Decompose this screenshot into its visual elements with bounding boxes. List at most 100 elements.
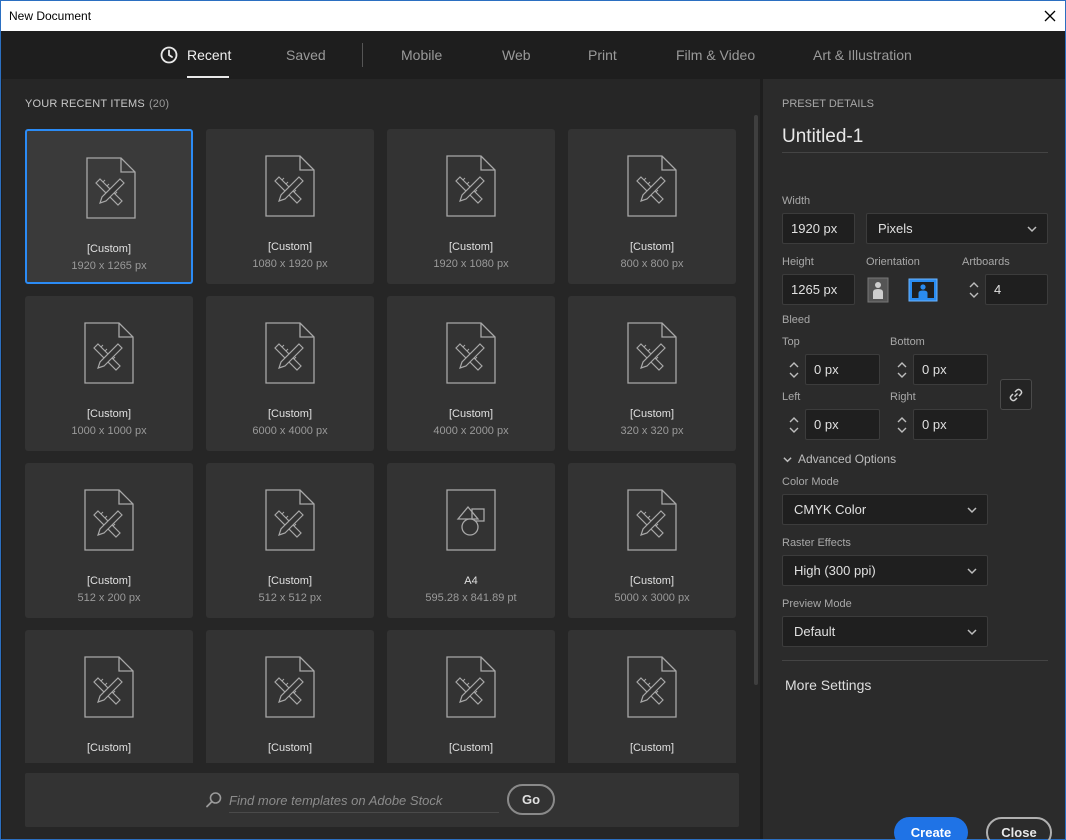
recent-item-card[interactable]: [Custom] 1920 x 1080 px — [387, 129, 555, 284]
recent-item-name: [Custom] — [86, 575, 131, 587]
custom-document-icon — [627, 656, 677, 718]
more-settings-button[interactable]: More Settings — [785, 677, 871, 693]
bleed-left-stepper[interactable] — [785, 409, 803, 440]
artboards-stepper[interactable] — [965, 274, 983, 305]
chevron-down-icon — [789, 427, 799, 433]
orientation-label: Orientation — [866, 256, 920, 268]
stock-search-input[interactable] — [229, 789, 499, 813]
recent-item-card[interactable]: [Custom] 1000 x 1000 px — [25, 296, 193, 451]
preview-mode-select[interactable]: Default — [782, 616, 988, 647]
height-input[interactable]: 1265 px — [782, 274, 855, 305]
chevron-up-icon — [789, 416, 799, 422]
bleed-right-input[interactable]: 0 px — [913, 409, 988, 440]
chevron-up-icon — [897, 416, 907, 422]
recent-item-size: 1000 x 1000 px — [71, 425, 147, 437]
advanced-options-toggle[interactable]: Advanced Options — [783, 452, 896, 466]
orientation-landscape-button[interactable] — [908, 277, 938, 303]
tab-saved[interactable]: Saved — [286, 47, 326, 63]
custom-document-icon — [86, 157, 136, 219]
preview-mode-label: Preview Mode — [782, 598, 852, 610]
recent-item-name: [Custom] — [448, 408, 493, 420]
vertical-scrollbar[interactable] — [754, 115, 758, 685]
chevron-up-icon — [897, 361, 907, 367]
custom-document-icon — [84, 656, 134, 718]
bleed-top-stepper[interactable] — [785, 354, 803, 385]
recent-item-card[interactable]: [Custom] 6000 x 4000 px — [206, 296, 374, 451]
artboards-label: Artboards — [962, 256, 1010, 268]
recent-item-card[interactable]: [Custom] — [25, 630, 193, 763]
recent-item-name: [Custom] — [448, 742, 493, 754]
custom-document-icon — [265, 489, 315, 551]
recent-item-size: 512 x 200 px — [77, 592, 141, 604]
recent-item-card[interactable]: [Custom] — [206, 630, 374, 763]
portrait-icon — [867, 277, 889, 303]
print-document-icon — [446, 489, 496, 551]
recent-item-name: [Custom] — [267, 408, 312, 420]
color-mode-select[interactable]: CMYK Color — [782, 494, 988, 525]
chevron-down-icon — [1027, 226, 1037, 233]
bleed-bottom-input[interactable]: 0 px — [913, 354, 988, 385]
raster-effects-value: High (300 ppi) — [794, 563, 876, 578]
chevron-down-icon — [967, 629, 977, 636]
recent-item-name: [Custom] — [267, 575, 312, 587]
width-input[interactable]: 1920 px — [782, 213, 855, 244]
recent-item-size: 512 x 512 px — [258, 592, 322, 604]
recent-item-card[interactable]: [Custom] 512 x 512 px — [206, 463, 374, 618]
recent-item-card[interactable]: [Custom] 1920 x 1265 px — [25, 129, 193, 284]
recent-item-card[interactable]: [Custom] — [387, 630, 555, 763]
artboards-input[interactable]: 4 — [985, 274, 1048, 305]
raster-effects-select[interactable]: High (300 ppi) — [782, 555, 988, 586]
tab-web[interactable]: Web — [502, 47, 531, 63]
preset-details-panel: PRESET DETAILS Untitled-1 Width 1920 px … — [763, 79, 1065, 840]
tab-recent[interactable]: Recent — [187, 47, 231, 63]
bleed-bottom-label: Bottom — [890, 336, 925, 348]
recent-item-card[interactable]: [Custom] 800 x 800 px — [568, 129, 736, 284]
color-mode-label: Color Mode — [782, 476, 839, 488]
recent-item-name: [Custom] — [629, 575, 674, 587]
recent-item-card[interactable]: [Custom] — [568, 630, 736, 763]
recent-item-card[interactable]: [Custom] 1080 x 1920 px — [206, 129, 374, 284]
units-select-value: Pixels — [878, 221, 913, 236]
recent-item-card[interactable]: [Custom] 512 x 200 px — [25, 463, 193, 618]
create-button[interactable]: Create — [894, 817, 968, 840]
bleed-right-stepper[interactable] — [893, 409, 911, 440]
recent-items-pane: YOUR RECENT ITEMS (20) [Custom] 1920 x 126… — [2, 79, 760, 839]
recent-item-card[interactable]: [Custom] 4000 x 2000 px — [387, 296, 555, 451]
bleed-left-input[interactable]: 0 px — [805, 409, 880, 440]
recent-item-size: 800 x 800 px — [620, 258, 684, 270]
recent-item-size: 4000 x 2000 px — [433, 425, 509, 437]
recent-item-card[interactable]: A4 595.28 x 841.89 pt — [387, 463, 555, 618]
custom-document-icon — [265, 656, 315, 718]
tab-art-illustration[interactable]: Art & Illustration — [813, 47, 912, 63]
width-label: Width — [782, 195, 811, 207]
search-icon — [206, 792, 222, 808]
recent-item-card[interactable]: [Custom] 320 x 320 px — [568, 296, 736, 451]
link-icon — [1009, 388, 1023, 401]
recent-item-size: 595.28 x 841.89 pt — [425, 592, 517, 604]
recent-item-name: [Custom] — [86, 742, 131, 754]
recent-item-size: 1920 x 1265 px — [71, 260, 147, 272]
tab-mobile[interactable]: Mobile — [401, 47, 442, 63]
tab-divider — [362, 43, 363, 67]
tab-print[interactable]: Print — [588, 47, 617, 63]
chevron-down-icon — [789, 372, 799, 378]
orientation-portrait-button[interactable] — [866, 277, 890, 303]
raster-effects-label: Raster Effects — [782, 537, 851, 549]
bleed-top-input[interactable]: 0 px — [805, 354, 880, 385]
tab-film-video[interactable]: Film & Video — [676, 47, 755, 63]
document-name-field[interactable]: Untitled-1 — [782, 126, 1048, 153]
clock-icon — [160, 46, 178, 64]
custom-document-icon — [627, 322, 677, 384]
go-button[interactable]: Go — [507, 784, 555, 815]
close-button[interactable]: Close — [986, 817, 1052, 840]
chevron-down-icon — [897, 372, 907, 378]
custom-document-icon — [446, 155, 496, 217]
advanced-options-label: Advanced Options — [798, 452, 897, 466]
bleed-right-label: Right — [890, 391, 916, 403]
recent-item-card[interactable]: [Custom] 5000 x 3000 px — [568, 463, 736, 618]
recent-item-size: 320 x 320 px — [620, 425, 684, 437]
units-select[interactable]: Pixels — [866, 213, 1048, 244]
window-close-button[interactable] — [1035, 1, 1065, 31]
link-bleed-button[interactable] — [1000, 379, 1032, 410]
bleed-bottom-stepper[interactable] — [893, 354, 911, 385]
